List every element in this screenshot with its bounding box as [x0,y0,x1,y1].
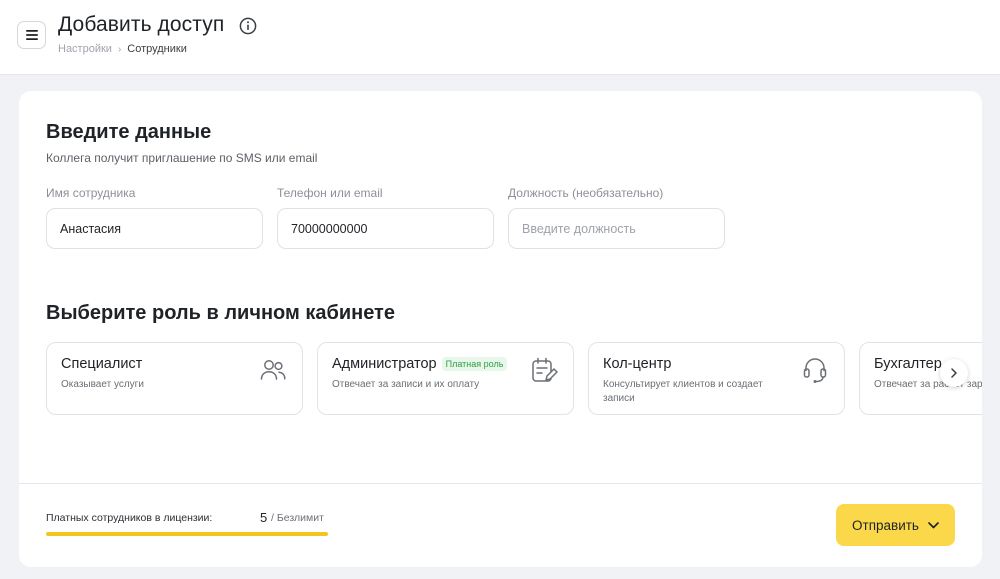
role-card-call-center[interactable]: Кол-центр Консультирует клиентов и созда… [588,342,845,415]
add-access-card: Введите данные Коллега получит приглашен… [19,91,982,567]
role-name: Бухгалтер [874,356,942,372]
breadcrumb-current: Сотрудники [127,43,187,55]
role-name: Специалист [61,356,143,372]
employee-name-input[interactable]: Анастасия [46,208,263,249]
phone-email-label: Телефон или email [277,186,383,200]
footer-divider [19,483,982,484]
license-limit: / Безлимит [271,512,324,524]
chevron-right-icon: › [117,43,122,55]
menu-button[interactable] [17,21,46,49]
position-input[interactable]: Введите должность [508,208,725,249]
role-card-administrator[interactable]: Администратор Платная роль Отвечает за з… [317,342,574,415]
hamburger-icon [25,30,38,40]
role-card-specialist[interactable]: Специалист Оказывает услуги [46,342,303,415]
role-list: Специалист Оказывает услуги Администрато… [46,342,982,415]
license-progress-bar [46,532,328,536]
role-description: Отвечает за записи и их оплату [332,379,480,390]
license-count: 5 [260,510,268,525]
calendar-edit-icon [532,357,558,382]
role-name: Кол-центр [603,356,672,372]
role-name: Администратор Платная роль [332,356,508,372]
roles-section-title: Выберите роль в личном кабинете [46,302,395,324]
chevron-down-icon [928,521,939,528]
top-bar: Добавить доступ Настройки › Сотрудники [0,0,1000,75]
users-icon [260,360,286,380]
license-progress-fill [46,532,328,536]
roles-next-button[interactable] [940,359,968,387]
send-button-label: Отправить [852,517,919,533]
employee-name-label: Имя сотрудника [46,186,136,200]
form-section-title: Введите данные [46,121,212,143]
send-button[interactable]: Отправить [836,504,955,546]
headset-icon [803,358,827,383]
info-icon[interactable] [239,17,257,35]
license-label: Платных сотрудников в лицензии: [46,512,213,524]
chevron-right-icon [951,368,957,378]
breadcrumb: Настройки › Сотрудники [58,43,187,55]
form-section-subtitle: Коллега получит приглашение по SMS или e… [46,151,318,165]
phone-email-input[interactable]: 70000000000 [277,208,494,249]
breadcrumb-settings-link[interactable]: Настройки [58,43,112,55]
position-label: Должность (необязательно) [508,186,664,200]
paid-role-badge: Платная роль [441,357,508,371]
role-description: Консультирует клиентов и создает записи [603,379,763,404]
role-description: Оказывает услуги [61,379,144,390]
page-title: Добавить доступ [58,13,225,36]
